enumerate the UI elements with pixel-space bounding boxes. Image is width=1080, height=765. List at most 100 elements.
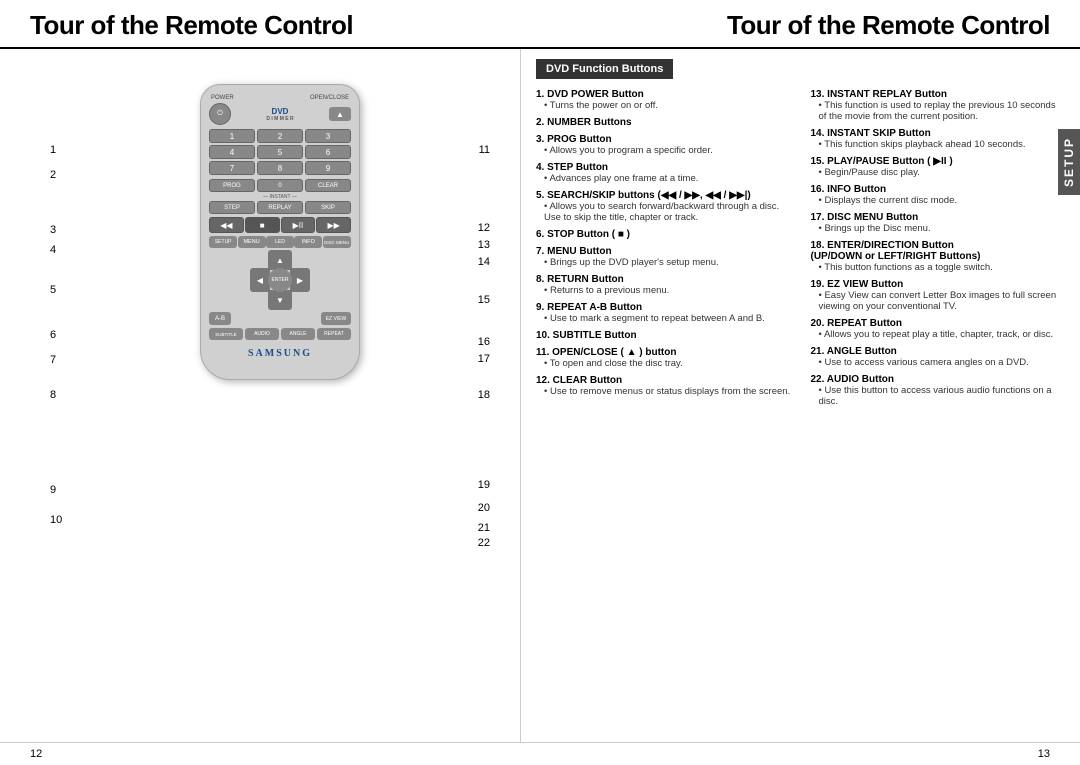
num-btn-9[interactable]: 9	[305, 161, 351, 175]
btn-desc-6: 6. STOP Button ( ■ )	[536, 229, 791, 240]
samsung-logo: SAMSUNG	[209, 348, 351, 359]
btn-desc-4: 4. STEP Button Advances play one frame a…	[536, 162, 791, 184]
callout-22: 22	[478, 537, 490, 549]
instant-label: — INSTANT —	[209, 194, 351, 200]
num-btn-5[interactable]: 5	[257, 145, 303, 159]
callout-6: 6	[50, 329, 56, 341]
btn-desc-8: 8. RETURN Button Returns to a previous m…	[536, 274, 791, 296]
rewind-button[interactable]: ◀◀	[209, 217, 244, 233]
step-row: STEP REPLAY SKIP	[209, 201, 351, 214]
clear-button[interactable]: CLEAR	[305, 179, 351, 192]
btn-desc-1: 1. DVD POWER Button Turns the power on o…	[536, 89, 791, 111]
btn-desc-14: 14. INSTANT SKIP Button This function sk…	[811, 128, 1066, 150]
fast-forward-button[interactable]: ▶▶	[316, 217, 351, 233]
repeat-ab-button[interactable]: A-B	[209, 312, 231, 325]
callout-15: 15	[478, 294, 490, 306]
num-btn-1[interactable]: 1	[209, 129, 255, 143]
step-button[interactable]: STEP	[209, 201, 255, 214]
callout-10: 10	[50, 514, 62, 526]
main-content: 1 2 3 4 5 6 7 8 9 10 POWER OPEN/CLOSE	[0, 49, 1080, 742]
page-number-right: 13	[1038, 748, 1050, 760]
right-page: SETUP DVD Function Buttons 1. DVD POWER …	[520, 49, 1080, 742]
callout-19: 19	[478, 479, 490, 491]
num-btn-3[interactable]: 3	[305, 129, 351, 143]
dpad-down[interactable]: ▼	[268, 290, 292, 310]
btn-desc-18: 18. ENTER/DIRECTION Button (UP/DOWN or L…	[811, 240, 1066, 273]
repeat-button[interactable]: REPEAT	[317, 328, 351, 340]
callout-9: 9	[50, 484, 56, 496]
callout-8: 8	[50, 389, 56, 401]
num-btn-6[interactable]: 6	[305, 145, 351, 159]
enter-button[interactable]: ENTER	[268, 268, 292, 292]
btn-desc-2: 2. NUMBER Buttons	[536, 117, 791, 128]
remote-body: POWER OPEN/CLOSE ⏻ DVD D I M M E R ▲	[200, 84, 360, 380]
btn-desc-15: 15. PLAY/PAUSE Button ( ▶II ) Begin/Paus…	[811, 156, 1066, 178]
page-header: Tour of the Remote Control Tour of the R…	[0, 0, 1080, 49]
num-btn-4[interactable]: 4	[209, 145, 255, 159]
btn-desc-12: 12. CLEAR Button Use to remove menus or …	[536, 375, 791, 397]
bottom-row: A-B EZ VIEW	[209, 312, 351, 325]
eject-button[interactable]: ▲	[329, 107, 351, 121]
callout-14: 14	[478, 256, 490, 268]
ezview-button[interactable]: EZ VIEW	[321, 312, 351, 325]
left-page: 1 2 3 4 5 6 7 8 9 10 POWER OPEN/CLOSE	[0, 49, 520, 742]
info-button[interactable]: INFO	[294, 236, 322, 248]
btn-desc-20: 20. REPEAT Button Allows you to repeat p…	[811, 318, 1066, 340]
disc-menu-button[interactable]: DISC MENU	[323, 236, 351, 248]
callout-12: 12	[478, 222, 490, 234]
stop-button[interactable]: ■	[245, 217, 280, 233]
num-btn-2[interactable]: 2	[257, 129, 303, 143]
prog-row: PROG 0 CLEAR	[209, 179, 351, 192]
callout-13: 13	[478, 239, 490, 251]
audio-button[interactable]: AUDIO	[245, 328, 279, 340]
skip-button[interactable]: SKIP	[305, 201, 351, 214]
number-grid: 1 2 3 4 5 6 7 8 9	[209, 129, 351, 175]
callout-21: 21	[478, 522, 490, 534]
transport-row: ◀◀ ■ ▶II ▶▶	[209, 217, 351, 233]
btn-desc-11: 11. OPEN/CLOSE ( ▲ ) button To open and …	[536, 347, 791, 369]
remote-top-labels: POWER OPEN/CLOSE	[209, 95, 351, 101]
open-close-label: OPEN/CLOSE	[310, 95, 349, 101]
dpad-up[interactable]: ▲	[268, 250, 292, 270]
replay-button[interactable]: REPLAY	[257, 201, 303, 214]
button-descriptions: 1. DVD POWER Button Turns the power on o…	[536, 89, 1065, 413]
callout-11: 11	[479, 144, 490, 156]
btn-desc-17: 17. DISC MENU Button Brings up the Disc …	[811, 212, 1066, 234]
btn-desc-9: 9. REPEAT A-B Button Use to mark a segme…	[536, 302, 791, 324]
remote-top-row: ⏻ DVD D I M M E R ▲	[209, 103, 351, 125]
page-number-left: 12	[30, 748, 42, 760]
descriptions-left-col: 1. DVD POWER Button Turns the power on o…	[536, 89, 791, 413]
angle-button[interactable]: ANGLE	[281, 328, 315, 340]
led-button[interactable]: LED	[266, 236, 294, 248]
callout-20: 20	[478, 502, 490, 514]
btn-desc-3: 3. PROG Button Allows you to program a s…	[536, 134, 791, 156]
callout-16: 16	[478, 336, 490, 348]
last-row: SUBTITLE AUDIO ANGLE REPEAT	[209, 328, 351, 340]
num-btn-0[interactable]: 0	[257, 179, 303, 192]
page-numbers: 12 13	[0, 742, 1080, 765]
power-button[interactable]: ⏻	[209, 103, 231, 125]
num-btn-7[interactable]: 7	[209, 161, 255, 175]
prog-button[interactable]: PROG	[209, 179, 255, 192]
setup-button[interactable]: SETUP	[209, 236, 237, 248]
menu-button[interactable]: MENU	[238, 236, 266, 248]
dpad-left[interactable]: ◀	[250, 268, 270, 292]
btn-desc-21: 21. ANGLE Button Use to access various c…	[811, 346, 1066, 368]
callout-17: 17	[478, 353, 490, 365]
btn-desc-5: 5. SEARCH/SKIP buttons (◀◀ / ▶▶, ◀◀ / ▶▶…	[536, 190, 791, 223]
right-page-title: Tour of the Remote Control	[727, 10, 1050, 41]
play-pause-button[interactable]: ▶II	[281, 217, 316, 233]
callout-18: 18	[478, 389, 490, 401]
num-btn-8[interactable]: 8	[257, 161, 303, 175]
btn-desc-10: 10. SUBTITLE Button	[536, 330, 791, 341]
btn-desc-16: 16. INFO Button Displays the current dis…	[811, 184, 1066, 206]
dpad-right[interactable]: ▶	[290, 268, 310, 292]
descriptions-right-col: 13. INSTANT REPLAY Button This function …	[811, 89, 1066, 413]
btn-desc-7: 7. MENU Button Brings up the DVD player'…	[536, 246, 791, 268]
callout-5: 5	[50, 284, 56, 296]
callout-2: 2	[50, 169, 56, 181]
callout-4: 4	[50, 244, 56, 256]
subtitle-button[interactable]: SUBTITLE	[209, 328, 243, 340]
btn-desc-22: 22. AUDIO Button Use this button to acce…	[811, 374, 1066, 407]
btn-desc-13: 13. INSTANT REPLAY Button This function …	[811, 89, 1066, 122]
